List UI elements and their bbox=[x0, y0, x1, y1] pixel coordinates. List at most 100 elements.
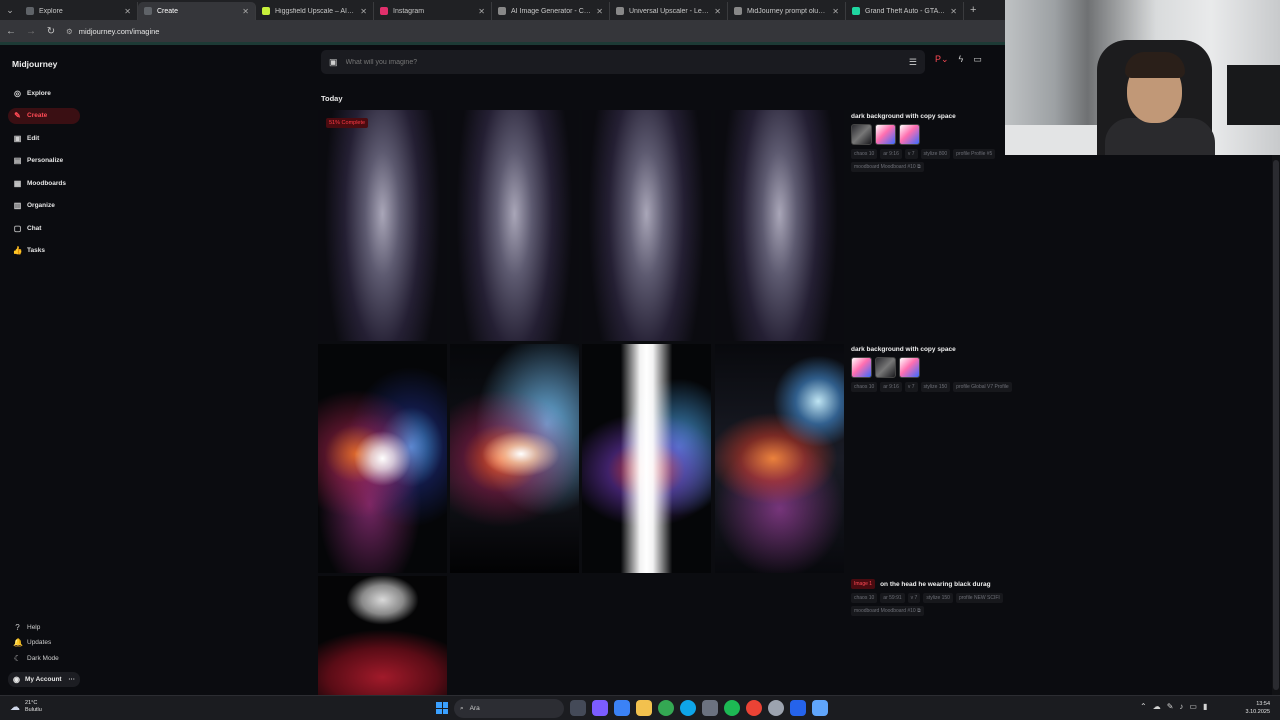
sidebar-item-personalize[interactable]: ▤ Personalize bbox=[8, 153, 80, 169]
file-explorer-icon[interactable] bbox=[636, 700, 652, 716]
parameter-tag[interactable]: profile Profile #5 bbox=[953, 149, 996, 159]
speed-icon[interactable]: ϟ bbox=[959, 54, 964, 65]
parameter-tag[interactable]: profile Global V7 Profile bbox=[953, 382, 1012, 392]
generated-portrait-image[interactable] bbox=[318, 576, 447, 695]
parameter-tag[interactable]: ar 9:16 bbox=[880, 149, 902, 159]
pending-image-1[interactable]: 51% Complete bbox=[318, 110, 447, 341]
app-icon[interactable] bbox=[614, 700, 630, 716]
sidebar-item-dark-mode[interactable]: ☾ Dark Mode bbox=[8, 651, 80, 665]
settings-sliders-icon[interactable]: ☰ bbox=[909, 57, 917, 68]
browser-tab[interactable]: AI Image Generator - Create Art... ✕ bbox=[492, 2, 610, 20]
job-prompt[interactable]: on the head he wearing black durag bbox=[880, 581, 991, 588]
url-field[interactable]: ⚙ midjourney.com/imagine bbox=[66, 27, 159, 36]
generated-image-3[interactable] bbox=[582, 344, 711, 573]
parameter-tag[interactable]: v 7 bbox=[904, 149, 918, 159]
chat-mode-icon[interactable]: ▭ bbox=[973, 54, 982, 65]
generated-image-2[interactable] bbox=[450, 344, 579, 573]
parameter-tag[interactable]: profile NEW SCIFI bbox=[955, 593, 1003, 603]
taskbar-search[interactable]: ⌕ Ara bbox=[454, 699, 564, 718]
forward-icon[interactable]: → bbox=[26, 26, 36, 37]
generated-image-1[interactable] bbox=[318, 344, 447, 573]
reload-icon[interactable]: ↻ bbox=[46, 26, 56, 37]
sidebar-item-tasks[interactable]: 👍 Tasks bbox=[8, 243, 80, 259]
parameter-tag[interactable]: ar 59:91 bbox=[880, 593, 905, 603]
parameter-tag[interactable]: stylize 800 bbox=[920, 149, 951, 159]
close-tab-icon[interactable]: ✕ bbox=[360, 7, 367, 16]
more-icon[interactable]: ··· bbox=[69, 676, 76, 683]
logo[interactable]: Midjourney bbox=[12, 59, 57, 69]
sidebar-item-moodboards[interactable]: ▦ Moodboards bbox=[8, 175, 80, 191]
pending-image-3[interactable] bbox=[582, 110, 711, 341]
close-tab-icon[interactable]: ✕ bbox=[124, 7, 131, 16]
pen-icon[interactable]: ✎ bbox=[1167, 702, 1174, 711]
my-account-button[interactable]: ◉ My Account ··· bbox=[8, 672, 80, 687]
close-tab-icon[interactable]: ✕ bbox=[714, 7, 721, 16]
windows-start-icon[interactable] bbox=[436, 702, 448, 714]
tab-search-icon[interactable]: ⌄ bbox=[0, 0, 20, 20]
parameter-tag[interactable]: v 7 bbox=[904, 382, 918, 392]
edge-icon[interactable] bbox=[680, 700, 696, 716]
parameter-tag[interactable]: ar 9:16 bbox=[880, 382, 902, 392]
parameter-tag[interactable]: chaos 10 bbox=[851, 382, 878, 392]
browser-tab[interactable]: Explore ✕ bbox=[20, 2, 138, 20]
reference-thumb[interactable] bbox=[851, 124, 872, 145]
close-tab-icon[interactable]: ✕ bbox=[478, 7, 485, 16]
sidebar-item-explore[interactable]: ◎ Explore bbox=[8, 85, 80, 101]
parameter-tag[interactable]: moodboard Moodboard #10 ⧉ bbox=[851, 606, 924, 616]
chevron-up-icon[interactable]: ⌃ bbox=[1140, 702, 1147, 711]
pending-image-4[interactable] bbox=[715, 110, 844, 341]
sidebar-item-edit[interactable]: ▣ Edit bbox=[8, 130, 80, 146]
taskbar-clock[interactable]: 13:54 3.10.2025 bbox=[1240, 700, 1270, 716]
browser-tab[interactable]: Grand Theft Auto - GTA Font G... ✕ bbox=[846, 2, 964, 20]
chrome-icon[interactable] bbox=[658, 700, 674, 716]
browser-tab[interactable]: MidJourney prompt oluşturma ✕ bbox=[728, 2, 846, 20]
task-view-icon[interactable] bbox=[570, 700, 586, 716]
parameter-tag[interactable]: stylize 150 bbox=[920, 382, 951, 392]
generated-image-4[interactable] bbox=[715, 344, 844, 573]
parameter-tag[interactable]: v 7 bbox=[907, 593, 921, 603]
display-icon[interactable]: ▭ bbox=[1189, 702, 1197, 711]
sidebar-item-help[interactable]: ? Help bbox=[8, 620, 80, 634]
spotify-icon[interactable] bbox=[724, 700, 740, 716]
reference-thumb[interactable] bbox=[875, 124, 896, 145]
close-tab-icon[interactable]: ✕ bbox=[950, 7, 957, 16]
pending-image-2[interactable] bbox=[450, 110, 579, 341]
image-upload-icon[interactable]: ▣ bbox=[329, 57, 338, 68]
parameter-tag[interactable]: chaos 10 bbox=[851, 593, 878, 603]
reference-thumb[interactable] bbox=[899, 124, 920, 145]
image-reference-tag[interactable]: Image 1 bbox=[851, 579, 876, 589]
store-icon[interactable] bbox=[702, 700, 718, 716]
parameter-tag[interactable]: chaos 10 bbox=[851, 149, 878, 159]
settings-gear-icon[interactable] bbox=[768, 700, 784, 716]
new-tab-button[interactable]: + bbox=[964, 4, 982, 16]
speaker-icon[interactable]: ♪ bbox=[1179, 702, 1183, 711]
parameter-tag[interactable]: stylize 150 bbox=[923, 593, 953, 603]
job-prompt[interactable]: dark background with copy space bbox=[851, 346, 1051, 353]
personalize-toggle-icon[interactable]: P⌄ bbox=[935, 54, 949, 65]
sidebar-item-create[interactable]: ✎ Create bbox=[8, 107, 80, 124]
site-info-icon[interactable]: ⚙ bbox=[66, 27, 73, 36]
copilot-icon[interactable] bbox=[592, 700, 608, 716]
close-tab-icon[interactable]: ✕ bbox=[832, 7, 839, 16]
app-icon-3[interactable] bbox=[812, 700, 828, 716]
reference-thumb[interactable] bbox=[875, 357, 896, 378]
onedrive-icon[interactable]: ☁ bbox=[1153, 702, 1161, 711]
reference-thumb[interactable] bbox=[899, 357, 920, 378]
close-tab-icon[interactable]: ✕ bbox=[242, 7, 249, 16]
chrome-profile-icon[interactable] bbox=[746, 700, 762, 716]
app-icon-2[interactable] bbox=[790, 700, 806, 716]
browser-tab[interactable]: Create ✕ bbox=[138, 2, 256, 20]
weather-widget[interactable]: ☁ 21°C Bulutlu bbox=[10, 700, 42, 714]
sidebar-item-updates[interactable]: 🔔 Updates bbox=[8, 636, 80, 650]
browser-tab[interactable]: Higgsfield Upscale – AI Image U... ✕ bbox=[256, 2, 374, 20]
battery-icon[interactable]: ▮ bbox=[1203, 702, 1207, 711]
reference-thumb[interactable] bbox=[851, 357, 872, 378]
parameter-tag[interactable]: moodboard Moodboard #10 ⧉ bbox=[851, 162, 924, 172]
prompt-input[interactable] bbox=[345, 58, 901, 66]
back-icon[interactable]: ← bbox=[6, 26, 16, 37]
close-tab-icon[interactable]: ✕ bbox=[596, 7, 603, 16]
scrollbar-thumb[interactable] bbox=[1273, 160, 1279, 690]
sidebar-item-chat[interactable]: ▢ Chat bbox=[8, 220, 80, 236]
browser-tab[interactable]: Universal Upscaler - Leonardo.A... ✕ bbox=[610, 2, 728, 20]
sidebar-item-organize[interactable]: ▥ Organize bbox=[8, 198, 80, 214]
